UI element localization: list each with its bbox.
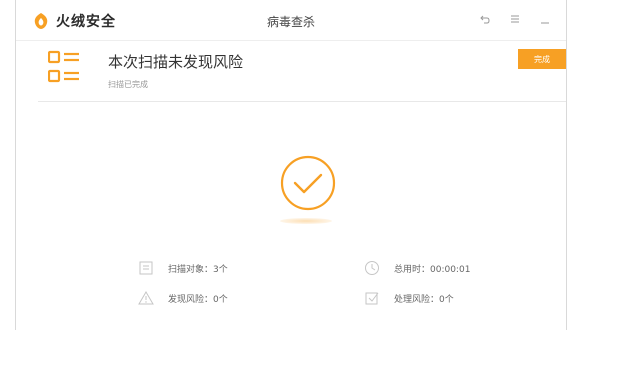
checked-box-icon xyxy=(365,292,379,305)
clock-icon xyxy=(365,261,379,275)
check-shadow xyxy=(280,218,332,224)
antivirus-window: 火绒安全 病毒查杀 本次扫描未发现风险 扫描已完成 完成 扫描对象：3个 总用时… xyxy=(15,0,567,330)
stat-total-time: 总用时：00:00:01 xyxy=(364,260,470,276)
scanned-objects-text: 扫描对象：3个 xyxy=(168,264,228,275)
finish-button[interactable]: 完成 xyxy=(518,49,566,69)
document-icon xyxy=(139,261,153,275)
found-risks-text: 发现风险：0个 xyxy=(168,294,228,305)
check-circle-icon xyxy=(280,155,336,211)
handled-risks-text: 处理风险：0个 xyxy=(394,294,454,305)
stat-scanned-objects: 扫描对象：3个 xyxy=(138,260,228,276)
menu-icon[interactable] xyxy=(508,12,522,26)
result-subtitle: 扫描已完成 xyxy=(108,80,148,89)
report-list-icon xyxy=(48,50,79,83)
minimize-icon[interactable] xyxy=(538,12,552,26)
stat-found-risks: 发现风险：0个 xyxy=(138,290,228,306)
scan-result-header: 本次扫描未发现风险 扫描已完成 完成 xyxy=(38,41,566,102)
warning-icon xyxy=(138,291,154,305)
result-title: 本次扫描未发现风险 xyxy=(108,53,244,71)
back-icon[interactable] xyxy=(478,12,492,26)
stat-handled-risks: 处理风险：0个 xyxy=(364,290,454,306)
window-controls xyxy=(478,12,552,26)
total-time-text: 总用时：00:00:01 xyxy=(394,264,471,275)
title-bar: 火绒安全 病毒查杀 xyxy=(16,0,566,41)
